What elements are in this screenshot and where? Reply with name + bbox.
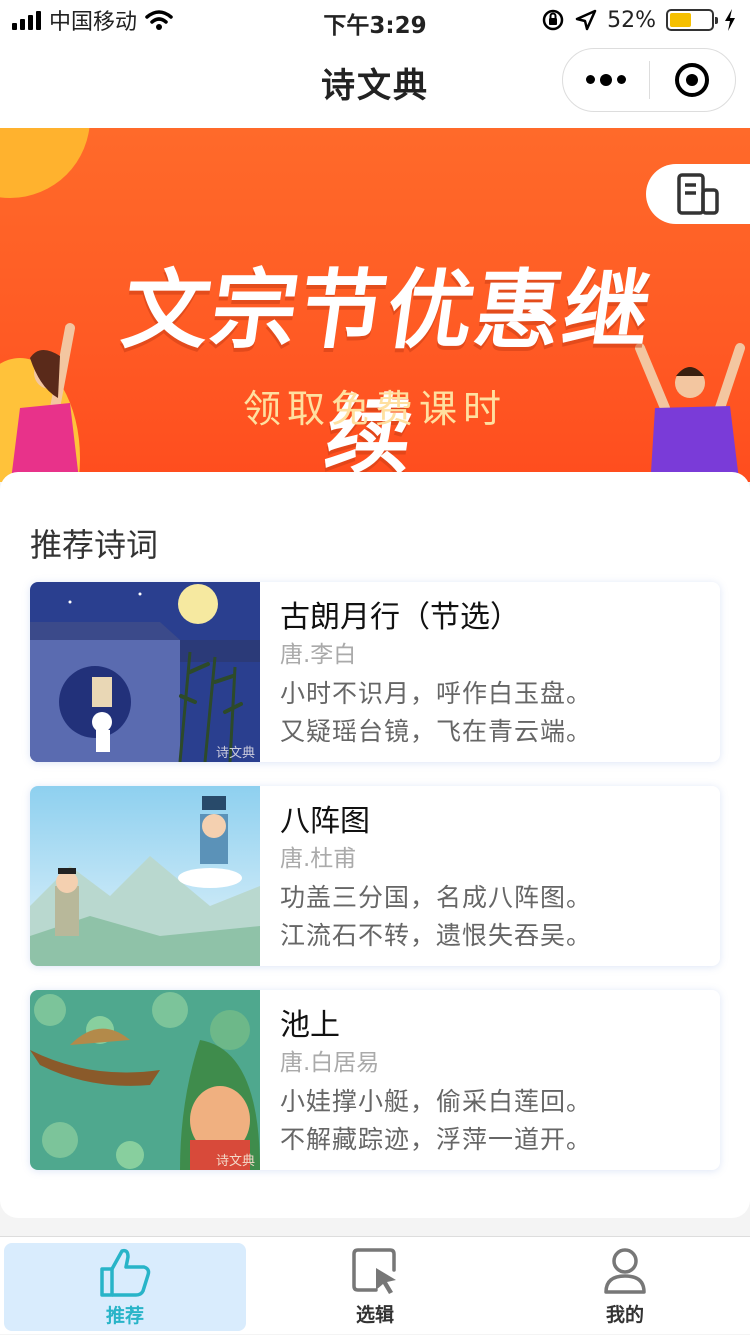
poem-title: 池上	[280, 1008, 340, 1043]
poem-card[interactable]: 诗文典 池上 唐.白居易 小娃撑小艇，偷采白莲回。 不解藏踪迹，浮萍一道开。	[30, 990, 720, 1170]
poem-thumbnail: 诗文典	[30, 990, 260, 1170]
poem-thumbnail	[30, 786, 260, 966]
poem-line: 小时不识月，呼作白玉盘。	[280, 679, 593, 708]
charging-bolt-icon	[725, 9, 735, 31]
thumbnail-watermark: 诗文典	[216, 1154, 255, 1169]
lotus-pond-illustration: 诗文典	[30, 990, 260, 1170]
poem-line: 不解藏踪迹，浮萍一道开。	[280, 1125, 593, 1154]
poem-title: 八阵图	[280, 804, 370, 839]
landscape-illustration	[30, 786, 260, 966]
poem-info: 八阵图 唐.杜甫 功盖三分国，名成八阵图。 江流石不转，遗恨失吞吴。	[260, 786, 612, 966]
poem-author: 唐.杜甫	[280, 846, 357, 872]
banner-subtitle: 领取免费课时	[242, 387, 507, 431]
tab-bar: 推荐 选辑 我的	[0, 1236, 750, 1334]
poem-line: 小娃撑小艇，偷采白莲回。	[280, 1087, 593, 1116]
thumbs-up-icon	[100, 1248, 151, 1297]
poem-title: 古朗月行（节选）	[280, 600, 520, 635]
close-target-icon	[675, 63, 710, 97]
section-title: 推荐诗词	[30, 526, 159, 564]
battery-percent: 52%	[607, 7, 656, 33]
poem-thumbnail: 诗文典	[30, 582, 260, 762]
document-button[interactable]	[646, 164, 750, 224]
document-icon	[677, 173, 719, 215]
poem-card[interactable]: 八阵图 唐.杜甫 功盖三分国，名成八阵图。 江流石不转，遗恨失吞吴。	[30, 786, 720, 966]
navigation-bar: 诗文典	[0, 40, 750, 128]
select-cursor-icon	[352, 1247, 396, 1294]
poem-author: 唐.白居易	[280, 1050, 380, 1076]
night-palace-illustration: 诗文典	[30, 582, 260, 762]
miniprogram-capsule	[562, 48, 736, 112]
location-arrow-icon	[575, 9, 597, 31]
tab-recommend[interactable]: 推荐	[4, 1243, 246, 1331]
tab-label: 我的	[605, 1303, 644, 1326]
tab-selection[interactable]: 选辑	[250, 1237, 500, 1335]
tab-label: 选辑	[355, 1303, 394, 1326]
status-bar: 中国移动 下午3:29 52%	[0, 0, 750, 40]
promo-banner[interactable]: 文宗节优惠继续 领取免费课时	[0, 128, 750, 482]
poem-info: 池上 唐.白居易 小娃撑小艇，偷采白莲回。 不解藏踪迹，浮萍一道开。	[260, 990, 612, 1170]
recommend-section: 推荐诗词 诗文典 古朗月行（节选） 唐.李白 小时不识月，呼作白玉盘。 又疑瑶台…	[0, 472, 750, 1218]
close-button[interactable]	[650, 63, 736, 97]
poem-line: 又疑瑶台镜，飞在青云端。	[280, 717, 593, 746]
poem-author: 唐.李白	[280, 642, 357, 668]
poem-card[interactable]: 诗文典 古朗月行（节选） 唐.李白 小时不识月，呼作白玉盘。 又疑瑶台镜，飞在青…	[30, 582, 720, 762]
banner-decoration	[0, 128, 90, 198]
battery-icon	[666, 9, 718, 31]
more-button[interactable]	[563, 73, 649, 86]
tab-mine[interactable]: 我的	[500, 1237, 750, 1335]
rotation-lock-icon	[542, 9, 564, 31]
user-icon	[604, 1247, 646, 1294]
poem-info: 古朗月行（节选） 唐.李白 小时不识月，呼作白玉盘。 又疑瑶台镜，飞在青云端。	[260, 582, 612, 762]
poem-line: 功盖三分国，名成八阵图。	[280, 883, 593, 912]
poem-line: 江流石不转，遗恨失吞吴。	[280, 921, 593, 950]
tab-label: 推荐	[105, 1304, 144, 1327]
thumbnail-watermark: 诗文典	[216, 746, 255, 761]
banner-headline: 文宗节优惠继续	[116, 261, 659, 482]
